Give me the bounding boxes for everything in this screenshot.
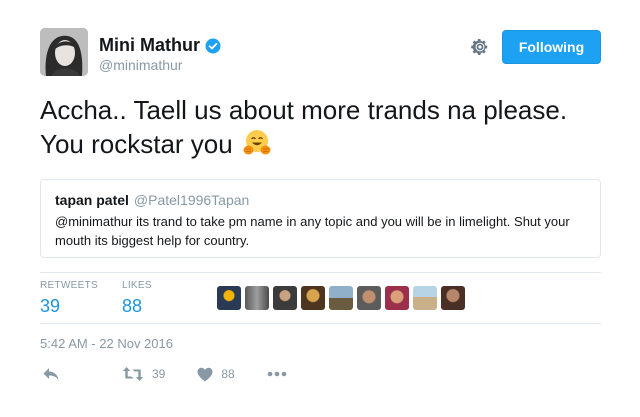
tweet-timestamp[interactable]: 5:42 AM - 22 Nov 2016	[40, 336, 173, 351]
tweet-card: Mini Mathur @minimathur Following Accha.…	[0, 0, 640, 417]
tweet-text: Accha.. Taell us about more trands na pl…	[40, 93, 610, 161]
avatar[interactable]	[40, 28, 88, 76]
retweets-count: 39	[40, 296, 61, 316]
quote-header: tapan patel @Patel1996Tapan	[55, 192, 586, 208]
name-row: Mini Mathur	[99, 35, 221, 56]
retweets-stat[interactable]: RETWEETS 39	[40, 280, 98, 317]
retweet-count: 39	[152, 367, 166, 381]
following-button[interactable]: Following	[502, 30, 601, 64]
quoted-tweet[interactable]: tapan patel @Patel1996Tapan @minimathur …	[40, 179, 601, 258]
liker-avatar[interactable]	[301, 286, 325, 310]
retweets-label: RETWEETS	[40, 280, 98, 291]
liker-avatars	[217, 286, 465, 310]
more-dots-icon	[267, 371, 287, 377]
heart-icon	[197, 367, 213, 382]
divider	[40, 272, 601, 273]
quote-author-name: tapan patel	[55, 192, 129, 208]
hugging-face-emoji-icon	[242, 128, 272, 158]
liker-avatar[interactable]	[357, 286, 381, 310]
like-button[interactable]: 88	[197, 367, 235, 382]
liker-avatar[interactable]	[245, 286, 269, 310]
liker-avatar[interactable]	[217, 286, 241, 310]
tweet-body: Accha.. Taell us about more trands na pl…	[40, 95, 568, 159]
tweet-actions: 39 88	[40, 366, 287, 382]
liker-avatar[interactable]	[413, 286, 437, 310]
tweet-stats: RETWEETS 39 LIKES 88	[40, 280, 152, 317]
liker-avatar[interactable]	[441, 286, 465, 310]
likes-count: 88	[121, 296, 142, 316]
liker-avatar[interactable]	[329, 286, 353, 310]
like-count: 88	[221, 367, 235, 381]
likes-label: LIKES	[121, 280, 152, 291]
gear-icon[interactable]	[470, 37, 490, 57]
divider	[40, 323, 601, 324]
likes-stat[interactable]: LIKES 88	[122, 280, 152, 317]
display-name[interactable]: Mini Mathur	[99, 35, 200, 56]
more-options-button[interactable]	[267, 371, 287, 377]
quote-text: @minimathur its trand to take pm name in…	[55, 214, 570, 248]
verified-badge-icon	[205, 38, 221, 54]
reply-button[interactable]	[42, 366, 60, 382]
liker-avatar[interactable]	[385, 286, 409, 310]
quote-author-handle: @Patel1996Tapan	[133, 192, 250, 208]
retweet-icon	[122, 366, 144, 382]
retweet-button[interactable]: 39	[122, 366, 165, 382]
reply-icon	[42, 366, 60, 382]
liker-avatar[interactable]	[273, 286, 297, 310]
user-handle[interactable]: @minimathur	[99, 57, 182, 73]
